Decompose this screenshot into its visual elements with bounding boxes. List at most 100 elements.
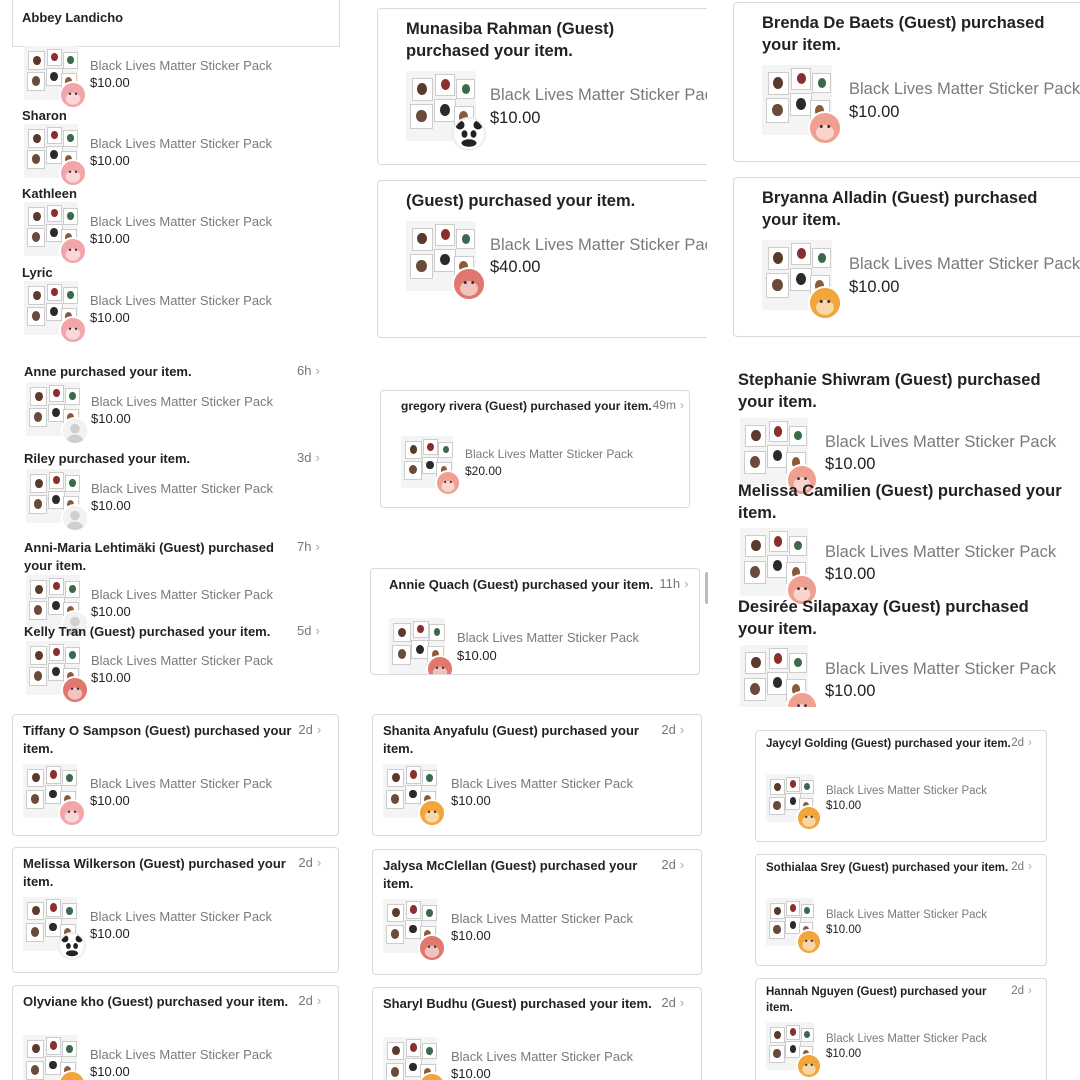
notification-card[interactable]: gregory rivera (Guest) purchased your it… — [380, 390, 690, 508]
sticker — [46, 204, 63, 222]
sticker-figure — [67, 212, 74, 220]
sticker-figure — [66, 907, 73, 915]
notification-title[interactable]: Melissa Wilkerson (Guest) purchased your… — [23, 855, 298, 890]
buyer-avatar-icon — [796, 928, 823, 955]
chevron-right-icon[interactable]: › — [1028, 737, 1032, 749]
notification-title[interactable]: Sothialaa Srey (Guest) purchased your it… — [766, 861, 1011, 877]
sticker — [405, 766, 422, 784]
notification-title[interactable]: Munasiba Rahman (Guest) purchased your i… — [406, 18, 701, 63]
buyer-name[interactable]: Kathleen — [22, 185, 77, 203]
time-label: 5d — [297, 623, 312, 638]
scrollbar-handle[interactable] — [705, 572, 708, 604]
notification-title[interactable]: Stephanie Shiwram (Guest) purchased your… — [738, 369, 1068, 414]
product-name: Black Lives Matter Sticker Pack — [490, 86, 707, 105]
notification-title[interactable]: Bryanna Alladin (Guest) purchased your i… — [762, 187, 1074, 232]
buyer-name[interactable]: Lyric — [22, 264, 53, 282]
product-price: $10.00 — [90, 75, 130, 91]
chevron-right-icon[interactable]: › — [680, 398, 684, 412]
notification-card[interactable]: Sharyl Budhu (Guest) purchased your item… — [372, 987, 702, 1080]
sticker-figure — [804, 783, 811, 791]
chevron-right-icon[interactable]: › — [317, 855, 321, 870]
notification-card[interactable]: Jaycyl Golding (Guest) purchased your it… — [755, 730, 1047, 842]
time-label: 2d — [298, 722, 313, 738]
notification-title[interactable]: Brenda De Baets (Guest) purchased your i… — [762, 12, 1074, 57]
notification-title[interactable]: Desirée Silapaxay (Guest) purchased your… — [738, 596, 1068, 641]
notification-title[interactable]: Sharyl Budhu (Guest) purchased your item… — [383, 995, 661, 1013]
product-price: $10.00 — [90, 310, 130, 326]
sticker-figure — [398, 627, 407, 637]
notification-card[interactable]: Bryanna Alladin (Guest) purchased your i… — [733, 177, 1080, 337]
product-name: Black Lives Matter Sticker Pack — [451, 775, 634, 791]
sticker-figure — [50, 1041, 57, 1050]
chevron-right-icon[interactable]: › — [1028, 861, 1032, 873]
chevron-right-icon[interactable]: › — [680, 995, 684, 1010]
chevron-right-icon[interactable]: › — [317, 993, 321, 1008]
sticker-figure — [53, 647, 60, 656]
notification-card[interactable]: Annie Quach (Guest) purchased your item.… — [370, 568, 700, 675]
notification-title[interactable]: Melissa Camilien (Guest) purchased your … — [738, 480, 1068, 525]
notification-title[interactable]: Jalysa McClellan (Guest) purchased your … — [383, 857, 661, 892]
notification-card[interactable]: Shanita Anyafulu (Guest) purchased your … — [372, 714, 702, 836]
notification-title[interactable]: Riley purchased your item. — [24, 450, 285, 468]
sticker-figure — [69, 392, 76, 400]
product-price: $10.00 — [457, 647, 497, 663]
notification-card[interactable]: Hannah Nguyen (Guest) purchased your ite… — [755, 978, 1047, 1080]
notification-title[interactable]: Hannah Nguyen (Guest) purchased your ite… — [766, 985, 1011, 1016]
product-price: $10.00 — [90, 793, 130, 809]
product-price: $10.00 — [90, 231, 130, 247]
notification-title[interactable]: Olyviane kho (Guest) purchased your item… — [23, 993, 298, 1011]
notification-card[interactable]: Munasiba Rahman (Guest) purchased your i… — [377, 8, 707, 165]
notification-title[interactable]: Anni-Maria Lehtimäki (Guest) purchased y… — [24, 539, 285, 574]
notification-card[interactable]: Tiffany O Sampson (Guest) purchased your… — [12, 714, 339, 836]
sticker — [410, 254, 434, 279]
buyer-avatar-icon — [60, 416, 89, 445]
chevron-right-icon[interactable]: › — [317, 722, 321, 737]
buyer-name[interactable]: Sharon — [22, 107, 67, 125]
sticker — [26, 789, 45, 809]
sticker-figure — [417, 624, 425, 634]
sticker-figure — [817, 252, 826, 263]
sticker-figure — [49, 789, 57, 799]
sticker-figure — [804, 1031, 811, 1039]
sticker — [421, 1043, 437, 1060]
sticker-figure — [51, 208, 58, 217]
chevron-right-icon[interactable]: › — [680, 857, 684, 872]
sticker-figure — [772, 450, 783, 462]
notification-title[interactable]: Shanita Anyafulu (Guest) purchased your … — [383, 722, 661, 757]
chevron-right-icon[interactable]: › — [315, 539, 319, 554]
product-name: Black Lives Matter Sticker Pack — [825, 659, 1057, 678]
chevron-right-icon[interactable]: › — [315, 623, 319, 638]
notification-card[interactable]: Brenda De Baets (Guest) purchased your i… — [733, 2, 1080, 162]
sticker — [27, 149, 46, 170]
chevron-right-icon[interactable]: › — [684, 576, 688, 591]
notification-card[interactable]: Melissa Wilkerson (Guest) purchased your… — [12, 847, 339, 973]
notification-card[interactable]: Sothialaa Srey (Guest) purchased your it… — [755, 854, 1047, 966]
sticker-figure — [32, 154, 41, 164]
notification-title[interactable]: Annie Quach (Guest) purchased your item. — [389, 576, 659, 594]
notification-title[interactable]: (Guest) purchased your item. — [406, 190, 701, 212]
sticker-figure — [410, 770, 417, 779]
buyer-avatar-icon — [417, 798, 446, 827]
chevron-right-icon[interactable]: › — [1028, 985, 1032, 997]
notification-title[interactable]: Anne purchased your item. — [24, 363, 285, 381]
sticker — [45, 766, 62, 784]
sticker — [767, 445, 789, 468]
product-name: Black Lives Matter Sticker Pack — [91, 393, 274, 409]
chevron-right-icon[interactable]: › — [680, 722, 684, 737]
notification-title[interactable]: gregory rivera (Guest) purchased your it… — [401, 398, 653, 414]
sticker-figure — [750, 455, 761, 468]
notification-card[interactable]: (Guest) purchased your item. Black Lives … — [377, 180, 707, 338]
notification-title[interactable]: Jaycyl Golding (Guest) purchased your it… — [766, 737, 1011, 753]
time-label: 2d — [1011, 861, 1024, 874]
chevron-right-icon[interactable]: › — [315, 450, 319, 465]
sticker-figure — [410, 1043, 417, 1052]
sticker-figure — [51, 52, 58, 61]
sticker — [386, 924, 405, 944]
notification-title[interactable]: Kelly Tran (Guest) purchased your item. — [24, 623, 285, 641]
notification-card[interactable]: Olyviane kho (Guest) purchased your item… — [12, 985, 339, 1080]
sticker-figure — [52, 407, 60, 417]
notification-card[interactable]: Jalysa McClellan (Guest) purchased your … — [372, 849, 702, 975]
product-name: Black Lives Matter Sticker Pack — [91, 652, 274, 668]
chevron-right-icon[interactable]: › — [315, 363, 319, 378]
notification-title[interactable]: Tiffany O Sampson (Guest) purchased your… — [23, 722, 298, 757]
